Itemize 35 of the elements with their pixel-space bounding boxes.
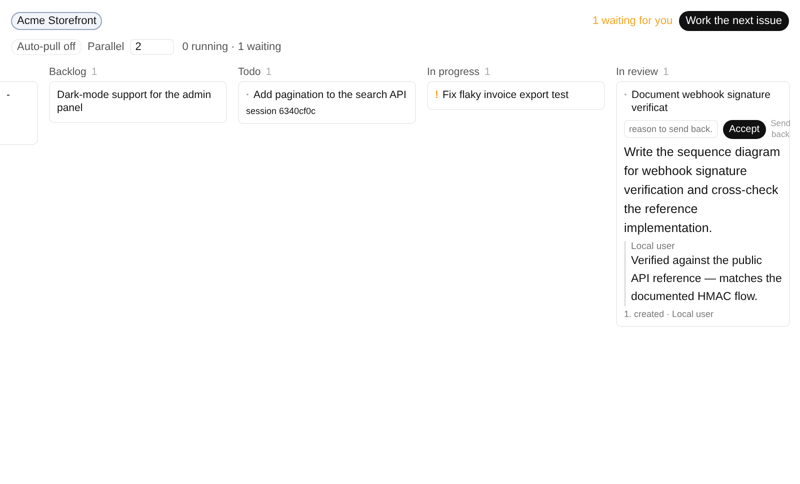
column-count: 1: [91, 66, 98, 78]
status-marker: ·: [246, 89, 250, 101]
parallel-label: Parallel: [88, 41, 124, 53]
waiting-note: 1 waiting for you: [592, 15, 673, 27]
auto-pull-toggle[interactable]: Auto-pull off: [11, 39, 82, 55]
column-title: In review: [616, 66, 658, 78]
column-title: Backlog: [49, 66, 86, 78]
work-next-button[interactable]: Work the next issue: [678, 11, 789, 31]
column-title: In progress: [427, 66, 480, 78]
run-status: 0 running · 1 waiting: [182, 41, 282, 53]
history-entry: 1. created · Local user: [624, 309, 715, 319]
issue-card[interactable]: · Add pagination to the search API session 6340cf0c: [238, 81, 416, 124]
comment-author: Local user: [631, 241, 676, 252]
card-title: Dark-mode support for the admin panel: [57, 89, 212, 115]
card-title: Fix flaky invoice export test: [442, 89, 569, 102]
comment-text: Verified against the public API reference — matches the documented HMAC flow.: [631, 254, 782, 305]
status-marker: !: [435, 89, 438, 101]
issue-card[interactable]: [616, 81, 790, 327]
status-marker: ·: [624, 89, 628, 101]
issue-description: Write the sequence diagram for webhook signature verification and cross-check the reference implementation.: [624, 144, 782, 237]
column-title: Todo: [238, 66, 261, 78]
session-id: session 6340cf0c: [246, 106, 317, 116]
column-count: 1: [484, 66, 490, 78]
column-count: 1: [663, 66, 669, 78]
issue-card[interactable]: Dark-mode support for the admin panel: [49, 81, 227, 123]
accept-button[interactable]: Accept: [723, 120, 766, 138]
card-title: Add pagination to the search API: [254, 89, 406, 102]
card-title: -: [6, 89, 11, 102]
card-title: Document webhook signature verificat: [632, 89, 772, 115]
column-count: 1: [266, 66, 272, 78]
issue-card[interactable]: ! Fix flaky invoice export test: [427, 81, 605, 110]
issue-card[interactable]: -: [0, 81, 38, 145]
parallel-input[interactable]: 2: [130, 39, 174, 55]
project-chip[interactable]: Acme Storefront: [11, 12, 102, 30]
reason-field[interactable]: reason to send back..: [624, 120, 718, 138]
